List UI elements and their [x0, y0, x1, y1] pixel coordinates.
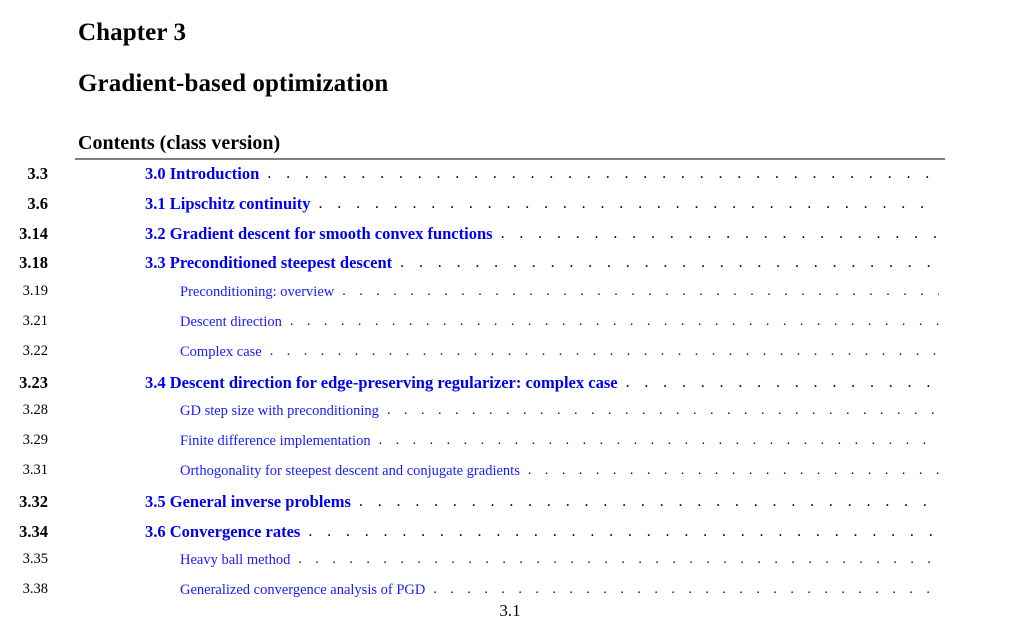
toc-entry-page-number: 3.28	[22, 402, 48, 419]
toc-entry-label: GD step size with preconditioning	[180, 403, 379, 420]
toc-entry-section[interactable]: 3.2 Gradient descent for smooth convex f…	[0, 224, 1020, 254]
toc-entry-label: 3.5 General inverse problems	[145, 491, 351, 511]
toc-entry-section[interactable]: 3.5 General inverse problems . . . . . . …	[0, 492, 1020, 522]
toc-entry-page-number: 3.23	[19, 372, 48, 392]
toc-entry-page-number: 3.21	[22, 312, 48, 329]
toc-entry-section[interactable]: 3.6 Convergence rates . . . . . . . . . .…	[0, 522, 1020, 552]
toc-entry-section[interactable]: 3.0 Introduction . . . . . . . . . . . . …	[0, 164, 1020, 194]
toc-entry-label: 3.2 Gradient descent for smooth convex f…	[145, 223, 493, 243]
toc-entry-page-number: 3.6	[27, 193, 48, 213]
toc-entry-page-number: 3.19	[22, 283, 48, 300]
toc-entry-subsection[interactable]: Orthogonality for steepest descent and c…	[0, 462, 1020, 492]
toc-dot-leader: . . . . . . . . . . . . . . . . . . . . …	[500, 224, 939, 242]
toc-dot-leader: . . . . . . . . . . . . . . . . . . . . …	[289, 313, 939, 329]
toc-dot-leader: . . . . . . . . . . . . . . . . . . . . …	[267, 165, 939, 182]
chapter-label: Chapter 3	[78, 19, 187, 46]
toc-entry-label: Orthogonality for steepest descent and c…	[180, 462, 520, 479]
slide-page: Chapter 3 Gradient-based optimization Co…	[0, 0, 1020, 637]
toc-entry-page-number: 3.18	[19, 253, 48, 273]
toc-entry-page-number: 3.31	[22, 461, 48, 478]
toc-dot-leader: . . . . . . . . . . . . . . . . . . . . …	[378, 433, 939, 449]
toc-entry-section[interactable]: 3.1 Lipschitz continuity . . . . . . . . …	[0, 194, 1020, 224]
toc-dot-leader: . . . . . . . . . . . . . . . . . . . . …	[342, 284, 939, 300]
toc-entry-subsection[interactable]: Descent direction . . . . . . . . . . . .…	[0, 313, 1020, 343]
toc-dot-leader: . . . . . . . . . . . . . . . . . . . . …	[400, 254, 939, 272]
toc-entry-section[interactable]: 3.3 Preconditioned steepest descent . . .…	[0, 253, 1020, 283]
toc-entry-subsection[interactable]: Preconditioning: overview . . . . . . . .…	[0, 283, 1020, 313]
toc-dot-leader: . . . . . . . . . . . . . . . . . . . . …	[527, 462, 939, 478]
contents-heading: Contents (class version)	[78, 132, 281, 154]
table-of-contents: 3.0 Introduction . . . . . . . . . . . . …	[0, 164, 1020, 611]
toc-entry-label: 3.4 Descent direction for edge-preservin…	[145, 372, 618, 392]
toc-entry-subsection[interactable]: GD step size with preconditioning . . . .…	[0, 402, 1020, 432]
toc-entry-label: 3.6 Convergence rates	[145, 521, 301, 541]
toc-entry-label: 3.0 Introduction	[145, 164, 260, 183]
toc-dot-leader: . . . . . . . . . . . . . . . . . . . . …	[358, 492, 939, 510]
toc-entry-label: Generalized convergence analysis of PGD	[180, 582, 426, 599]
toc-entry-page-number: 3.34	[19, 521, 48, 541]
toc-dot-leader: . . . . . . . . . . . . . . . . . . . . …	[433, 582, 939, 598]
toc-entry-label: 3.3 Preconditioned steepest descent	[145, 253, 393, 273]
toc-entry-page-number: 3.29	[22, 432, 48, 449]
toc-entry-label: 3.1 Lipschitz continuity	[145, 193, 311, 213]
toc-dot-leader: . . . . . . . . . . . . . . . . . . . . …	[318, 194, 939, 212]
toc-dot-leader: . . . . . . . . . . . . . . . . . . . . …	[625, 373, 939, 391]
toc-entry-label: Complex case	[180, 343, 262, 360]
footer-page-number: 3.1	[499, 601, 521, 620]
toc-entry-page-number: 3.3	[27, 164, 48, 183]
toc-dot-leader: . . . . . . . . . . . . . . . . . . . . …	[269, 343, 939, 359]
toc-entry-label: Heavy ball method	[180, 552, 291, 569]
toc-dot-leader: . . . . . . . . . . . . . . . . . . . . …	[298, 552, 939, 568]
toc-entry-subsection[interactable]: Heavy ball method . . . . . . . . . . . .…	[0, 551, 1020, 581]
chapter-title: Gradient-based optimization	[78, 70, 389, 97]
toc-dot-leader: . . . . . . . . . . . . . . . . . . . . …	[386, 403, 939, 419]
horizontal-rule	[75, 158, 945, 160]
toc-entry-label: Preconditioning: overview	[180, 284, 335, 301]
toc-entry-page-number: 3.32	[19, 491, 48, 511]
toc-dot-leader: . . . . . . . . . . . . . . . . . . . . …	[308, 522, 939, 540]
toc-entry-subsection[interactable]: Complex case . . . . . . . . . . . . . . …	[0, 343, 1020, 373]
toc-entry-label: Descent direction	[180, 313, 282, 330]
toc-entry-page-number: 3.14	[19, 223, 48, 243]
toc-entry-subsection[interactable]: Finite difference implementation . . . . …	[0, 432, 1020, 462]
toc-entry-page-number: 3.22	[22, 342, 48, 359]
toc-entry-section[interactable]: 3.4 Descent direction for edge-preservin…	[0, 373, 1020, 403]
toc-entry-page-number: 3.35	[22, 551, 48, 568]
toc-entry-label: Finite difference implementation	[180, 433, 371, 450]
